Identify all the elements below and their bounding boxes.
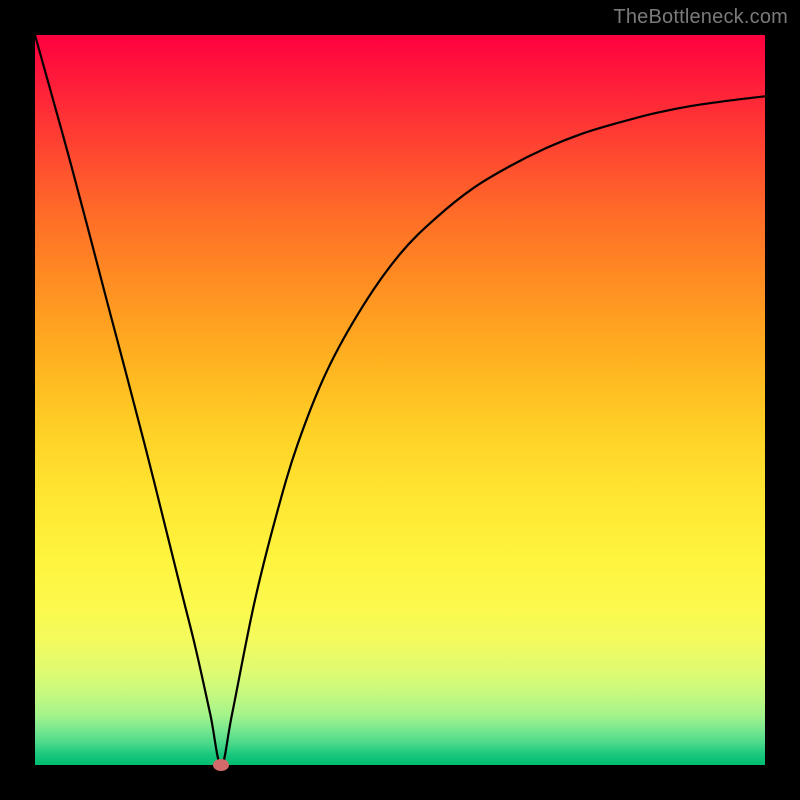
chart-frame: TheBottleneck.com: [0, 0, 800, 800]
bottleneck-curve: [35, 35, 765, 765]
plot-area: [35, 35, 765, 765]
minimum-marker: [213, 759, 229, 771]
watermark-text: TheBottleneck.com: [613, 6, 788, 29]
